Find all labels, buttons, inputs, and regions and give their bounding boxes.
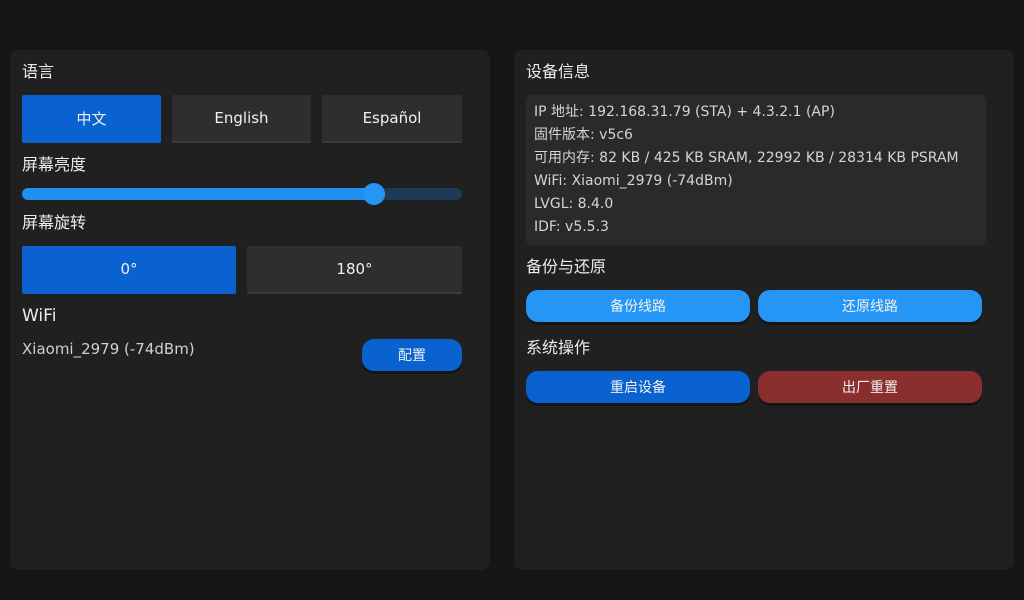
info-memory: 可用内存: 82 KB / 425 KB SRAM, 22992 KB / 28…	[534, 150, 959, 166]
device-panel: 设备信息 IP 地址: 192.168.31.79 (STA) + 4.3.2.…	[514, 50, 1014, 570]
rotation-option-180[interactable]: 180°	[247, 246, 462, 294]
rotation-title: 屏幕旋转	[22, 213, 87, 232]
wifi-ssid: Xiaomi_2979 (-74dBm)	[22, 340, 195, 358]
brightness-slider-knob[interactable]	[363, 183, 385, 205]
brightness-slider[interactable]	[22, 183, 462, 205]
system-title: 系统操作	[526, 338, 591, 357]
restore-button[interactable]: 还原线路	[758, 290, 982, 322]
language-option-spanish[interactable]: Español	[322, 95, 462, 143]
language-title: 语言	[22, 62, 55, 81]
brightness-title: 屏幕亮度	[22, 155, 87, 174]
language-option-english[interactable]: English	[172, 95, 311, 143]
settings-panel: 语言 中文 English Español 屏幕亮度 屏幕旋转 0° 180° …	[10, 50, 490, 570]
language-option-chinese[interactable]: 中文	[22, 95, 161, 143]
factory-reset-button[interactable]: 出厂重置	[758, 371, 982, 403]
info-lvgl: LVGL: 8.4.0	[534, 196, 614, 212]
info-ip: IP 地址: 192.168.31.79 (STA) + 4.3.2.1 (AP…	[534, 104, 835, 120]
brightness-slider-fill	[22, 188, 374, 200]
info-wifi: WiFi: Xiaomi_2979 (-74dBm)	[534, 173, 733, 189]
backup-title: 备份与还原	[526, 257, 607, 276]
device-info-title: 设备信息	[526, 62, 591, 81]
wifi-title: WiFi	[22, 306, 57, 326]
rotation-option-0[interactable]: 0°	[22, 246, 236, 294]
info-firmware: 固件版本: v5c6	[534, 127, 633, 143]
wifi-config-button[interactable]: 配置	[362, 339, 462, 371]
device-info-box: IP 地址: 192.168.31.79 (STA) + 4.3.2.1 (AP…	[526, 95, 986, 245]
info-idf: IDF: v5.5.3	[534, 219, 609, 235]
restart-button[interactable]: 重启设备	[526, 371, 750, 403]
backup-button[interactable]: 备份线路	[526, 290, 750, 322]
